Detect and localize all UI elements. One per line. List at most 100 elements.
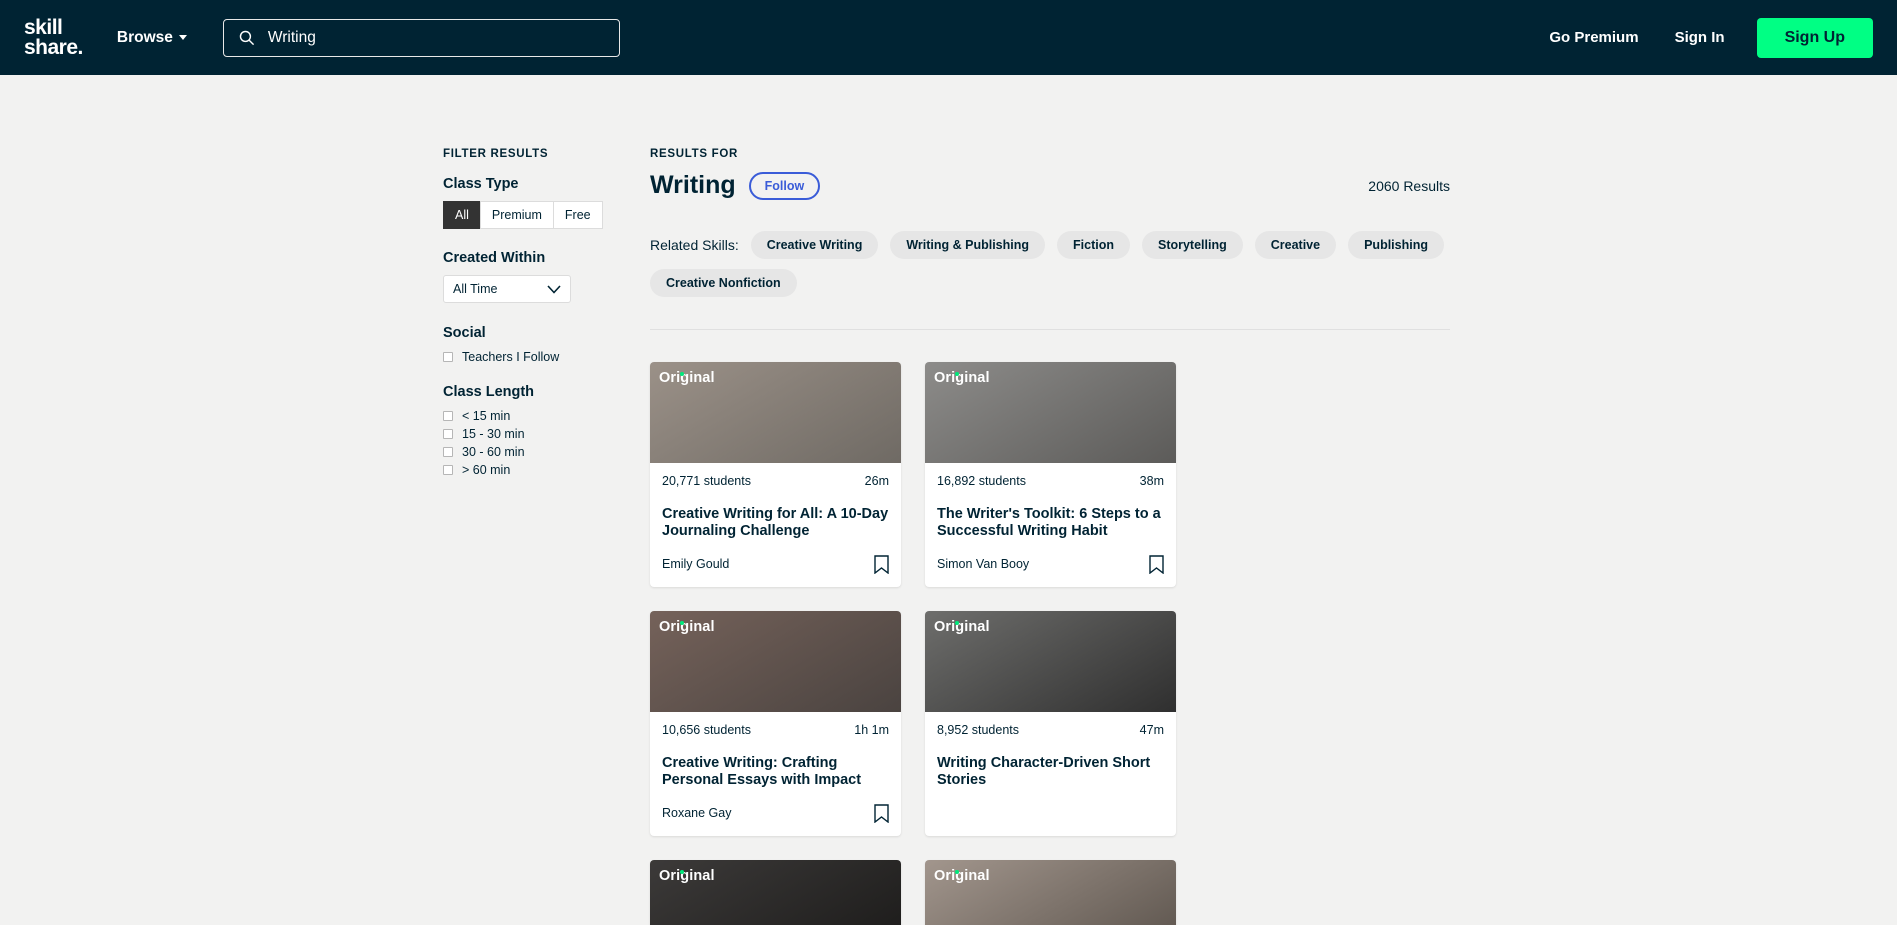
follow-button[interactable]: Follow bbox=[748, 171, 821, 200]
class-title[interactable]: The Writer's Toolkit: 6 Steps to a Succe… bbox=[937, 506, 1164, 541]
skill-chip-creative-nonfiction[interactable]: Creative Nonfiction bbox=[650, 269, 797, 297]
class-card-body: 20,771 students 26m Creative Writing for A… bbox=[650, 463, 901, 541]
class-thumbnail[interactable]: Original bbox=[925, 610, 1176, 712]
class-thumbnail[interactable]: Original bbox=[650, 362, 901, 463]
class-card-footer: Emily Gould bbox=[650, 541, 901, 587]
results-for-label: RESULTS FOR bbox=[650, 148, 738, 160]
checkbox-icon[interactable] bbox=[443, 429, 453, 440]
original-badge-label: Original bbox=[934, 618, 990, 635]
original-badge-label: Original bbox=[659, 370, 715, 386]
related-skills-row: Related Skills: Creative Writing Writing… bbox=[650, 231, 1450, 297]
original-badge-label: Original bbox=[659, 618, 715, 635]
class-card[interactable]: Originalwattpad8,742 students1h 8mWritin… bbox=[650, 859, 901, 925]
class-duration: 26m bbox=[864, 474, 889, 488]
class-thumbnail[interactable]: Originalwattpad bbox=[650, 859, 901, 925]
bookmark-icon[interactable] bbox=[874, 803, 889, 823]
class-meta-row: 10,656 students 1h 1m bbox=[662, 723, 889, 737]
search-input-value: Writing bbox=[267, 28, 316, 46]
student-count: 10,656 students bbox=[662, 722, 751, 737]
class-card[interactable]: Original 10,656 students 1h 1m Creative Wri… bbox=[650, 610, 901, 836]
filter-length-15-30[interactable]: 15 - 30 min bbox=[443, 427, 606, 441]
results-count: 2060 Results bbox=[1368, 177, 1450, 194]
class-card-body: 10,656 students 1h 1m Creative Writing: Cr… bbox=[650, 712, 901, 790]
skillshare-logo[interactable]: SKILL SHARE. bbox=[24, 17, 83, 59]
skill-chip-creative[interactable]: Creative bbox=[1254, 231, 1337, 259]
checkbox-icon[interactable] bbox=[443, 447, 453, 458]
related-skills-label: Related Skills: bbox=[650, 237, 739, 253]
class-title[interactable]: Creative Writing for All: A 10-Day Journ… bbox=[662, 506, 889, 541]
bookmark-icon[interactable] bbox=[874, 555, 889, 574]
class-card[interactable]: Originalwattpad7,276 students28mThe Crea… bbox=[925, 859, 1176, 925]
filter-sidebar: FILTER RESULTS Class Type All Premium Fr… bbox=[443, 148, 606, 925]
class-type-option-free[interactable]: Free bbox=[552, 201, 603, 230]
student-count: 20,771 students bbox=[662, 474, 751, 488]
search-results-main: RESULTS FOR Writing Follow 2060 Results … bbox=[650, 148, 1450, 925]
original-badge-label: Original bbox=[934, 867, 990, 884]
checkbox-icon[interactable] bbox=[443, 411, 453, 422]
section-divider bbox=[650, 329, 1450, 330]
class-title[interactable]: Creative Writing: Crafting Personal Essa… bbox=[662, 755, 889, 790]
go-premium-link[interactable]: Go Premium bbox=[1531, 29, 1656, 46]
class-card[interactable]: Original 8,952 students 47m Writing Charact… bbox=[925, 610, 1176, 836]
chevron-down-icon bbox=[547, 285, 561, 294]
header-actions: Go Premium Sign In Sign Up bbox=[1531, 17, 1873, 58]
class-type-option-all[interactable]: All bbox=[443, 201, 480, 230]
class-card-grid: Original 20,771 students 26m Creative Writi… bbox=[650, 362, 1450, 925]
class-type-option-premium[interactable]: Premium bbox=[479, 201, 553, 230]
checkbox-icon[interactable] bbox=[443, 465, 453, 476]
created-within-label: Created Within bbox=[443, 250, 546, 267]
skill-chip-publishing[interactable]: Publishing bbox=[1348, 231, 1444, 259]
filter-teachers-i-follow[interactable]: Teachers I Follow bbox=[443, 350, 606, 364]
class-thumbnail[interactable]: Original bbox=[925, 362, 1176, 463]
class-card-body: 8,952 students 47m Writing Character-Drive… bbox=[925, 712, 1176, 836]
class-type-label: Class Type bbox=[443, 176, 519, 192]
top-navigation-bar: SKILL SHARE. Browse Writing Go Premium S… bbox=[0, 0, 1897, 75]
checkbox-icon[interactable] bbox=[443, 352, 453, 363]
class-duration: 38m bbox=[1139, 474, 1164, 488]
skill-chip-creative-writing[interactable]: Creative Writing bbox=[750, 231, 879, 259]
filter-length-under-15[interactable]: < 15 min bbox=[443, 409, 606, 423]
class-card[interactable]: Original 20,771 students 26m Creative Writi… bbox=[650, 362, 901, 587]
filter-length-over-60[interactable]: > 60 min bbox=[443, 463, 606, 477]
page-body: FILTER RESULTS Class Type All Premium Fr… bbox=[0, 75, 1897, 925]
class-card[interactable]: Original 16,892 students 38m The Writer's T… bbox=[925, 362, 1176, 587]
filter-group-class-length: Class Length < 15 min 15 - 30 min 30 - 6… bbox=[443, 384, 606, 477]
teacher-name[interactable]: Roxane Gay bbox=[662, 806, 731, 820]
original-badge: Original bbox=[934, 370, 990, 386]
skill-chip-storytelling[interactable]: Storytelling bbox=[1141, 231, 1243, 259]
skill-chip-writing-and-publishing[interactable]: Writing & Publishing bbox=[890, 231, 1046, 259]
length-option-label: > 60 min bbox=[462, 463, 511, 478]
original-badge: Original bbox=[659, 370, 715, 386]
bookmark-icon[interactable] bbox=[1149, 555, 1164, 574]
class-duration: 47m bbox=[1139, 722, 1164, 737]
search-input[interactable]: Writing bbox=[222, 18, 620, 57]
class-meta-row: 20,771 students 26m bbox=[662, 474, 889, 488]
filter-group-social: Social Teachers I Follow bbox=[443, 325, 606, 364]
badge-dot-icon bbox=[680, 620, 684, 625]
original-badge: Original bbox=[659, 619, 715, 635]
original-badge: Original bbox=[659, 868, 715, 884]
logo-line-2: SHARE. bbox=[24, 35, 83, 59]
filter-group-created-within: Created Within All Time bbox=[443, 250, 606, 304]
student-count: 8,952 students bbox=[937, 722, 1020, 737]
original-badge-label: Original bbox=[659, 867, 715, 884]
sign-in-link[interactable]: Sign In bbox=[1657, 29, 1743, 46]
badge-dot-icon bbox=[680, 372, 684, 376]
class-duration: 1h 1m bbox=[854, 722, 889, 737]
teacher-name[interactable]: Simon Van Booy bbox=[937, 557, 1029, 571]
skill-chip-fiction[interactable]: Fiction bbox=[1057, 231, 1130, 259]
class-card-body: 16,892 students 38m The Writer's Toolkit: … bbox=[925, 463, 1176, 541]
browse-menu-button[interactable]: Browse bbox=[117, 29, 187, 47]
class-title[interactable]: Writing Character-Driven Short Stories bbox=[937, 755, 1164, 790]
filter-results-heading: FILTER RESULTS bbox=[443, 148, 549, 160]
badge-dot-icon bbox=[955, 372, 959, 376]
length-option-label: < 15 min bbox=[462, 409, 511, 424]
filter-length-30-60[interactable]: 30 - 60 min bbox=[443, 445, 606, 459]
created-within-dropdown[interactable]: All Time bbox=[443, 275, 571, 304]
teacher-name[interactable]: Emily Gould bbox=[662, 557, 729, 571]
class-thumbnail[interactable]: Original bbox=[650, 610, 901, 712]
original-badge: Original bbox=[934, 619, 990, 635]
sign-up-button[interactable]: Sign Up bbox=[1756, 17, 1873, 58]
class-length-label: Class Length bbox=[443, 384, 535, 401]
class-thumbnail[interactable]: Originalwattpad bbox=[925, 859, 1176, 925]
